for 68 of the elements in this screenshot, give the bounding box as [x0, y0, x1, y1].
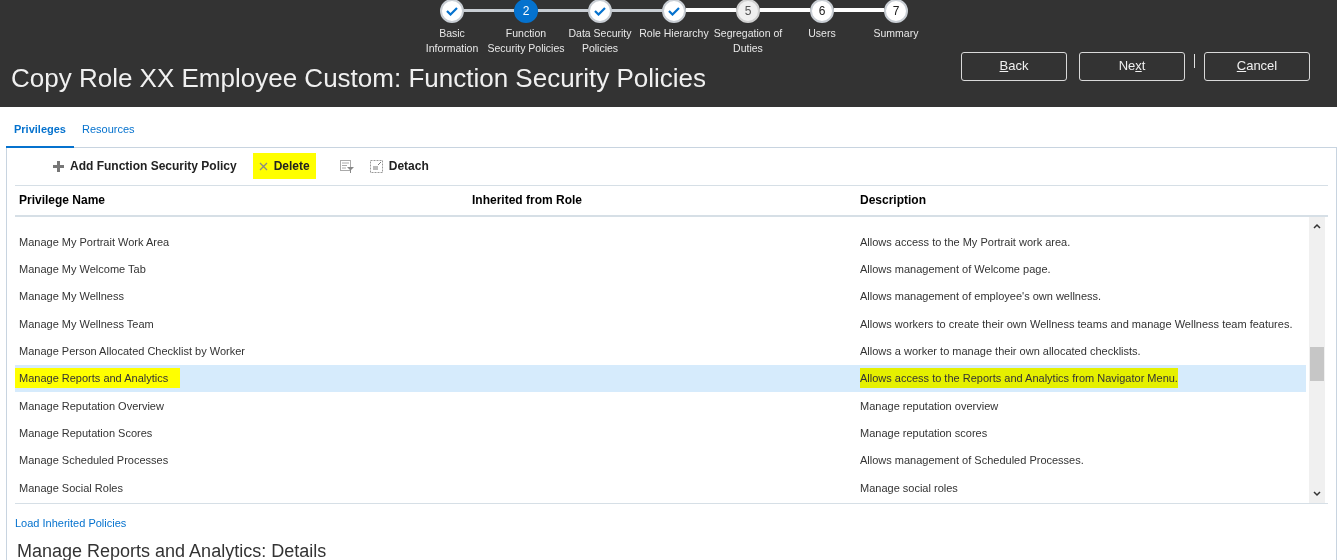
train-connector: [760, 8, 810, 12]
load-inherited-policies-link[interactable]: Load Inherited Policies: [15, 516, 127, 529]
toolbar-button[interactable]: Add Function Security Policy: [47, 153, 243, 179]
wizard-button[interactable]: Back: [961, 51, 1067, 81]
train-step-label[interactable]: Function Security Policies: [487, 26, 565, 56]
train-step-marker[interactable]: 7: [884, 0, 908, 23]
column-header[interactable]: Description: [856, 191, 1328, 209]
toolbar-button[interactable]: Detach: [363, 153, 435, 179]
close-icon: [258, 161, 268, 171]
table-cell: Manage Reputation Overview: [19, 399, 164, 412]
table-row[interactable]: Manage Reputation Overview Manage reputation overview: [15, 392, 1306, 420]
table-cell: Manage My Welcome Tab: [19, 263, 146, 276]
train-step-marker[interactable]: [440, 0, 464, 23]
checkmark-icon: [668, 6, 680, 16]
scroll-up-icon[interactable]: [1313, 222, 1321, 229]
plus-icon: [53, 160, 64, 172]
table-cell: Manage Person Allocated Checklist by Worker: [19, 345, 245, 358]
train-step-marker[interactable]: 2: [514, 0, 538, 23]
train-connector: [538, 9, 588, 12]
checkmark-icon: [446, 6, 458, 16]
filter-icon[interactable]: [339, 159, 354, 173]
table-cell: Allows management of Welcome page.: [860, 263, 1051, 276]
train-connector: [464, 9, 514, 12]
table-cell: Manage Social Roles: [19, 481, 123, 494]
table-cell: Allows workers to create their own Wellness teams and manage Wellness team features.: [860, 317, 1293, 330]
table-row[interactable]: Manage My Wellness Allows management of employee's own wellness.: [15, 283, 1306, 311]
table-cell: Manage Reputation Scores: [19, 426, 153, 439]
checkmark-icon: [594, 6, 606, 16]
table-cell: Allows a worker to manage their own allocated checklists.: [860, 345, 1141, 358]
table-row[interactable]: Manage Social Roles Manage social roles: [15, 474, 1306, 502]
column-header[interactable]: Privilege Name: [15, 191, 468, 209]
page-title: Copy Role XX Employee Custom: Function Security Policies: [11, 62, 708, 95]
table-cell: Manage reputation scores: [860, 426, 988, 439]
table-cell: Manage My Wellness Team: [19, 317, 154, 330]
table-cell: Allows management of Scheduled Processes.: [860, 454, 1084, 467]
table-row[interactable]: Manage Reputation Scores Manage reputation scores: [15, 419, 1306, 447]
table-cell: Allows access to the Reports and Analytics from Navigator Menu.: [860, 368, 1178, 389]
scroll-thumb[interactable]: [1310, 346, 1324, 381]
details-heading: Manage Reports and Analytics: Details: [17, 539, 328, 560]
train-connector: [612, 9, 662, 12]
table-cell: Manage Scheduled Processes: [19, 454, 169, 467]
scrollbar[interactable]: [1309, 216, 1325, 503]
table-row[interactable]: Manage My Wellness Team Allows workers to create their own Wellness teams and manage Wellness team features.: [15, 310, 1306, 338]
wizard-button[interactable]: Next: [1079, 51, 1185, 81]
train-connector: [834, 8, 884, 12]
tab[interactable]: Resources: [74, 121, 143, 147]
train-step-marker[interactable]: [588, 0, 612, 23]
table-cell: Manage social roles: [860, 481, 958, 494]
table-cell: Manage reputation overview: [860, 399, 999, 412]
train-connector: [686, 8, 736, 12]
table-cell: Manage My Portrait Work Area: [19, 235, 170, 248]
table-row[interactable]: Manage Person Allocated Checklist by Worker Allows a worker to manage their own allocated checklists.: [15, 337, 1306, 365]
scroll-down-icon[interactable]: [1313, 490, 1321, 497]
detach-icon: [369, 159, 383, 173]
table-row[interactable]: Manage Scheduled Processes Allows management of Scheduled Processes.: [15, 446, 1306, 475]
table-row[interactable]: Manage My Welcome Tab Allows management of Welcome page.: [15, 255, 1306, 284]
table-cell: Allows management of employee's own wellness.: [860, 290, 1102, 303]
train-step-marker[interactable]: [662, 0, 686, 23]
toolbar-button[interactable]: Delete: [252, 153, 316, 179]
table-cell: Manage Reports and Analytics: [15, 368, 181, 389]
table-cell: Manage My Wellness: [19, 290, 124, 303]
train-step-marker[interactable]: 6: [810, 0, 834, 23]
table-row[interactable]: Manage My Portrait Work Area Allows access to the My Portrait work area.: [15, 228, 1306, 256]
tab[interactable]: Privileges: [6, 121, 74, 148]
column-header[interactable]: Inherited from Role: [468, 191, 856, 209]
wizard-button[interactable]: Cancel: [1204, 51, 1310, 81]
table-row[interactable]: Manage Reports and Analytics Allows access to the Reports and Analytics from Navigator Menu.: [15, 365, 1306, 393]
table-cell: Allows access to the My Portrait work area.: [860, 235, 1071, 248]
